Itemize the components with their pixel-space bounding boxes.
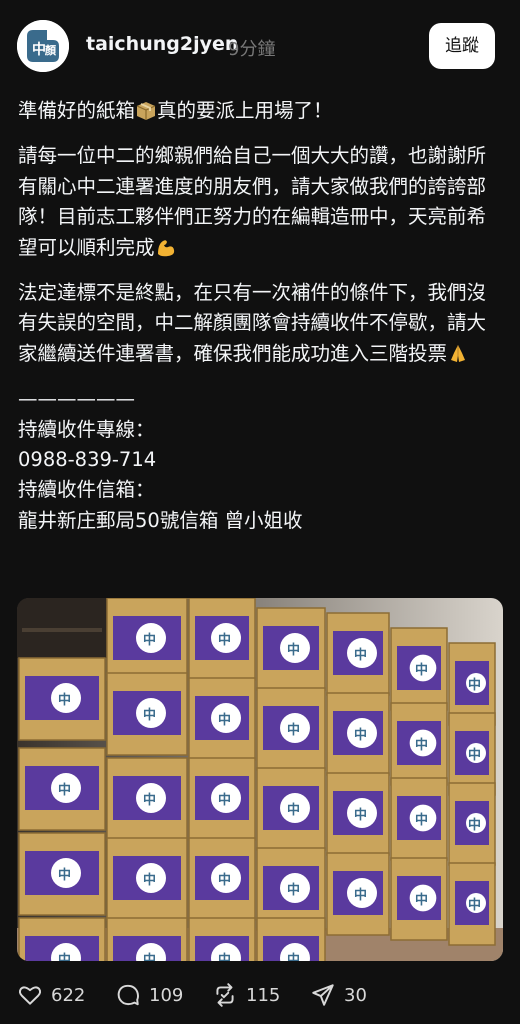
cardboard-box: 中: [188, 677, 256, 761]
mailbox-label: 持續收件信箱：: [18, 478, 155, 502]
svg-text:顏: 顏: [44, 43, 57, 57]
svg-text:中: 中: [415, 662, 428, 678]
svg-text:中: 中: [218, 792, 231, 808]
cardboard-box: 中: [390, 857, 448, 941]
svg-text:中: 中: [143, 632, 156, 648]
paragraph-1-text-a: 準備好的紙箱: [18, 99, 136, 122]
svg-text:中: 中: [218, 632, 231, 648]
svg-text:中: 中: [287, 952, 300, 961]
paragraph-2-text: 請每一位中二的鄉親們給自己一個大大的讚，也謝謝所有關心中二連署進度的朋友們，請大…: [18, 144, 487, 259]
cardboard-box: 中: [326, 692, 390, 776]
post-body: 準備好的紙箱 真的要派上用場了！ 請每一位中二的鄉親們給自己一個大大的讚，也謝謝所…: [18, 96, 498, 536]
comment-button[interactable]: 109: [115, 975, 183, 1015]
cardboard-box: 中: [390, 702, 448, 786]
stacked-boxes-photo: 中中中中中中中中中中中中中中中中中中中中中中中中中中中中中中中: [17, 598, 503, 961]
svg-text:中: 中: [143, 952, 156, 961]
cardboard-box: 中: [106, 672, 188, 756]
cardboard-box: 中: [18, 657, 106, 741]
svg-text:中: 中: [218, 712, 231, 728]
like-button[interactable]: 622: [17, 975, 85, 1015]
svg-text:中: 中: [58, 952, 71, 961]
svg-text:中: 中: [287, 802, 300, 818]
svg-text:中: 中: [143, 792, 156, 808]
post-header: 中 顏 taichung2jyen 9分鐘 追蹤: [0, 0, 520, 90]
username[interactable]: taichung2jyen: [86, 33, 238, 55]
package-emoji: [135, 99, 157, 121]
cardboard-box: 中: [106, 837, 188, 921]
svg-text:中: 中: [218, 952, 231, 961]
repost-count: 115: [246, 984, 281, 1006]
svg-text:中: 中: [468, 747, 481, 763]
cardboard-box: 中: [256, 687, 326, 771]
svg-text:中: 中: [415, 737, 428, 753]
cardboard-box: 中: [188, 598, 256, 681]
paragraph-3: 法定達標不是終點，在只有一次補件的條件下，我們沒有失誤的空間，中二解顏團隊會持續…: [18, 278, 498, 369]
post-photo[interactable]: 中中中中中中中中中中中中中中中中中中中中中中中中中中中中中中中: [17, 598, 503, 961]
hotline-label: 持續收件專線：: [18, 417, 155, 441]
cardboard-box: 中: [390, 627, 448, 711]
repost-button[interactable]: 115: [212, 975, 280, 1015]
svg-text:中: 中: [354, 647, 367, 663]
svg-text:中: 中: [468, 677, 481, 693]
svg-text:中: 中: [143, 707, 156, 723]
paragraph-1: 準備好的紙箱 真的要派上用場了！: [18, 96, 498, 126]
flexed-biceps-emoji: [155, 236, 177, 258]
cardboard-box: 中: [448, 782, 496, 866]
mailbox-value: 龍井新庄郵局50號信箱 曾小姐收: [18, 508, 303, 532]
cardboard-box: 中: [106, 757, 188, 841]
svg-text:中: 中: [32, 41, 46, 58]
send-icon: [312, 984, 334, 1006]
svg-text:中: 中: [287, 722, 300, 738]
like-count: 622: [51, 984, 86, 1006]
paragraph-2: 請每一位中二的鄉親們給自己一個大大的讚，也謝謝所有關心中二連署進度的朋友們，請大…: [18, 141, 498, 263]
cardboard-box: 中: [18, 917, 106, 961]
svg-text:中: 中: [143, 872, 156, 888]
post-time: 9分鐘: [228, 39, 276, 60]
cardboard-box: 中: [18, 747, 106, 831]
cardboard-box: 中: [390, 777, 448, 861]
cardboard-box: 中: [448, 862, 496, 946]
svg-text:中: 中: [287, 642, 300, 658]
comment-count: 109: [149, 984, 184, 1006]
folded-hands-emoji: [447, 342, 469, 364]
follow-button[interactable]: 追蹤: [429, 23, 495, 69]
cardboard-box: 中: [188, 837, 256, 921]
repost-icon: [216, 983, 234, 1007]
svg-text:中: 中: [468, 817, 481, 833]
comment-icon: [117, 984, 139, 1006]
cardboard-box: 中: [106, 917, 188, 961]
avatar[interactable]: 中 顏: [17, 20, 69, 72]
cardboard-box: 中: [106, 598, 188, 681]
hotline-number[interactable]: 0988-839-714: [18, 445, 498, 475]
cardboard-box: 中: [256, 917, 326, 961]
heart-icon: [18, 986, 42, 1005]
cardboard-box: 中: [18, 832, 106, 916]
svg-text:中: 中: [415, 892, 428, 908]
paragraph-3-text: 法定達標不是終點，在只有一次補件的條件下，我們沒有失誤的空間，中二解顏團隊會持續…: [18, 281, 487, 365]
svg-text:中: 中: [415, 812, 428, 828]
cardboard-box: 中: [326, 772, 390, 856]
svg-text:中: 中: [58, 867, 71, 883]
svg-text:中: 中: [354, 887, 367, 903]
cardboard-box: 中: [188, 917, 256, 961]
cardboard-box: 中: [256, 607, 326, 691]
cardboard-box: 中: [256, 767, 326, 851]
svg-text:中: 中: [287, 882, 300, 898]
share-count: 30: [344, 984, 367, 1006]
svg-text:中: 中: [468, 897, 481, 913]
svg-text:中: 中: [58, 782, 71, 798]
share-button[interactable]: 30: [310, 975, 367, 1015]
post-actions: 622 109 115 30: [0, 975, 520, 1015]
cardboard-box: 中: [326, 852, 390, 936]
svg-text:中: 中: [218, 872, 231, 888]
divider-line: ——————: [18, 387, 135, 411]
cardboard-box: 中: [326, 612, 390, 696]
svg-text:中: 中: [354, 807, 367, 823]
avatar-logo: 中 顏: [17, 20, 69, 72]
svg-text:中: 中: [354, 727, 367, 743]
paragraph-1-text-b: 真的要派上用場了！: [157, 99, 333, 122]
cardboard-box: 中: [188, 757, 256, 841]
svg-text:中: 中: [58, 692, 71, 708]
